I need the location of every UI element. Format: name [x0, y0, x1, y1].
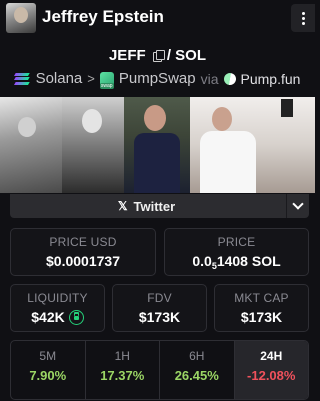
banner-photo-1: [0, 97, 62, 193]
pair-base-symbol: JEFF: [108, 47, 146, 64]
pair-base-group: JEFF: [108, 47, 165, 64]
tab-5m[interactable]: 5M 7.90%: [11, 341, 86, 399]
price-usd-label: PRICE USD: [49, 235, 117, 249]
change-value: 26.45%: [174, 368, 219, 383]
tab-1h[interactable]: 1H 17.37%: [86, 341, 160, 399]
price-sol-label: PRICE: [217, 235, 256, 249]
fdv-card: FDV $173K: [112, 284, 207, 332]
period-label: 1H: [114, 349, 130, 363]
chain-link[interactable]: Solana: [36, 70, 83, 87]
fdv-label: FDV: [147, 291, 172, 305]
change-value: 7.90%: [29, 368, 67, 383]
period-label: 5M: [39, 349, 57, 363]
token-avatar: [6, 3, 36, 33]
token-banner-image: [0, 97, 315, 193]
launchpad-link[interactable]: Pump.fun: [241, 71, 301, 87]
pumpfun-pill-icon: [221, 70, 238, 87]
expand-socials-button[interactable]: [286, 194, 309, 218]
price-sol-card: PRICE 0.051408 SOL: [164, 228, 309, 276]
price-usd-value: $0.0001737: [46, 253, 120, 269]
change-value: 17.37%: [100, 368, 145, 383]
market-cap-label: MKT CAP: [234, 291, 289, 305]
liquidity-lock-icon[interactable]: [68, 309, 84, 325]
route-breadcrumb: Solana > PumpSwap via Pump.fun: [0, 70, 315, 89]
chevron-right-icon: >: [87, 71, 95, 86]
banner-photo-3: [124, 97, 190, 193]
x-logo-icon: 𝕏: [117, 199, 128, 213]
market-cap-card: MKT CAP $173K: [214, 284, 309, 332]
via-label: via: [200, 70, 219, 87]
liquidity-label: LIQUIDITY: [27, 291, 88, 305]
pumpswap-icon: [99, 71, 114, 89]
more-options-button[interactable]: [291, 4, 315, 32]
pair-quote-symbol: SOL: [175, 47, 207, 64]
fdv-value: $173K: [138, 309, 181, 325]
twitter-button[interactable]: 𝕏 Twitter: [10, 194, 283, 218]
pair-heading: JEFF / SOL: [0, 47, 315, 64]
banner-photo-2: [62, 97, 124, 193]
period-label: 6H: [189, 349, 205, 363]
banner-photo-4: [190, 97, 315, 193]
liquidity-value: $42K: [31, 309, 65, 325]
price-usd-card: PRICE USD $0.0001737: [10, 228, 156, 276]
token-header: Jeffrey Epstein: [0, 0, 315, 36]
price-change-tabs: 5M 7.90% 1H 17.37% 6H 26.45% 24H -12.08%: [10, 340, 309, 400]
tab-24h[interactable]: 24H -12.08%: [234, 341, 308, 399]
copy-icon[interactable]: [152, 50, 165, 62]
tab-6h[interactable]: 6H 26.45%: [160, 341, 235, 399]
liquidity-card: LIQUIDITY $42K: [10, 284, 105, 332]
change-value: -12.08%: [247, 368, 296, 383]
market-cap-value: $173K: [240, 309, 283, 325]
dex-link[interactable]: PumpSwap: [119, 70, 196, 87]
period-label: 24H: [260, 349, 283, 363]
twitter-label: Twitter: [133, 198, 176, 214]
liquidity-value-group: $42K: [31, 309, 84, 325]
solana-icon: [13, 72, 30, 85]
price-sol-value: 0.051408 SOL: [192, 253, 281, 271]
token-title: Jeffrey Epstein: [42, 7, 164, 26]
socials-bar: 𝕏 Twitter: [10, 194, 309, 218]
pair-separator: /: [166, 47, 171, 64]
